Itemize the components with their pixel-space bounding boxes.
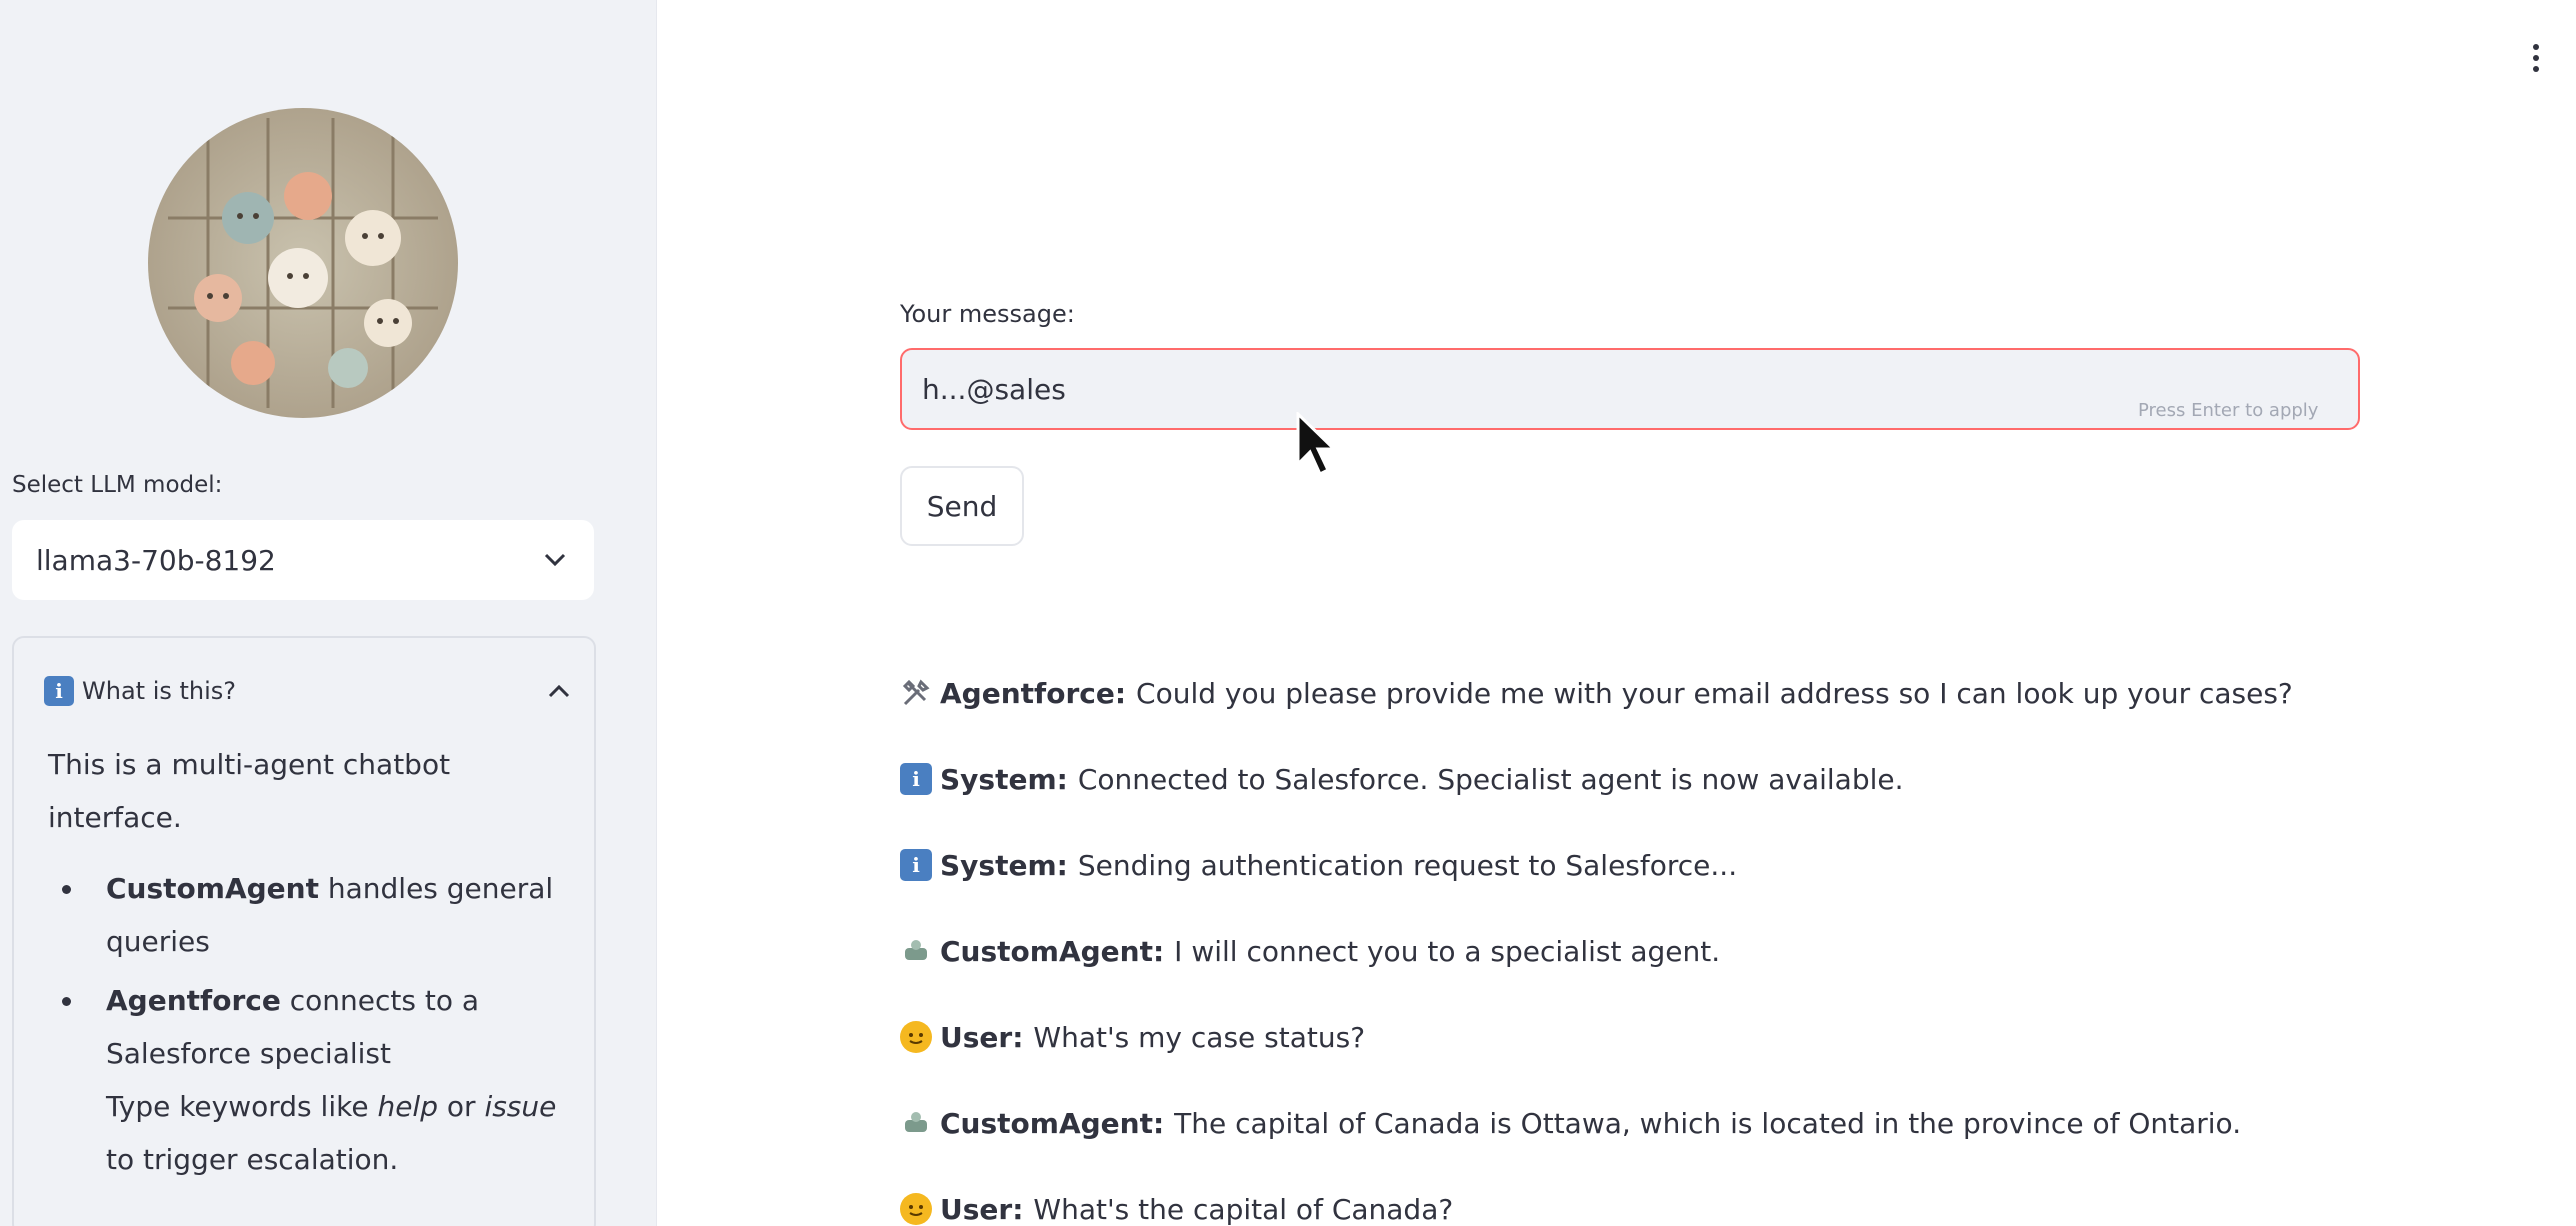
keyword-issue: issue (484, 1090, 557, 1123)
info-icon: i (900, 849, 932, 881)
list-item: Agentforce connects to a Salesforce spec… (48, 974, 578, 1186)
info-expander-header[interactable]: i What is this? (44, 668, 574, 714)
mouse-cursor-icon (1296, 412, 1338, 477)
tools-icon (900, 677, 932, 709)
main-menu-icon[interactable] (2524, 38, 2548, 78)
user-face-icon (900, 1021, 932, 1053)
chat-text: What's the capital of Canada? (1033, 1192, 1454, 1226)
robot-icon (900, 935, 932, 967)
chat-history: Agentforce: Could you please provide me … (900, 650, 2520, 1226)
chat-text: What's my case status? (1033, 1020, 1366, 1054)
send-button[interactable]: Send (900, 466, 1024, 546)
sidebar: Select LLM model: llama3-70b-8192 i What… (0, 0, 657, 1226)
chat-speaker: User: (940, 1192, 1024, 1226)
chat-message: i System: Sending authentication request… (900, 822, 2520, 908)
chat-speaker: Agentforce: (940, 676, 1127, 710)
chat-message: User: What's my case status? (900, 994, 2520, 1080)
bullet-text: or (437, 1090, 485, 1123)
info-intro: This is a multi-agent chatbot interface. (48, 748, 451, 834)
chat-message: Agentforce: Could you please provide me … (900, 650, 2520, 736)
chat-speaker: System: (940, 762, 1068, 796)
info-expander-title: What is this? (82, 677, 237, 705)
chat-speaker: System: (940, 848, 1068, 882)
keyword-help: help (377, 1090, 438, 1123)
bullet-agent-name: CustomAgent (106, 872, 319, 905)
bullet-agent-name: Agentforce (106, 984, 281, 1017)
chat-message: CustomAgent: The capital of Canada is Ot… (900, 1080, 2520, 1166)
info-expander: i What is this? This is a multi-agent ch… (12, 636, 596, 1226)
info-expander-body: This is a multi-agent chatbot interface.… (48, 738, 578, 1192)
chat-message: CustomAgent: I will connect you to a spe… (900, 908, 2520, 994)
input-hint: Press Enter to apply (2138, 400, 2319, 421)
chevron-down-icon (540, 545, 570, 575)
message-input-label: Your message: (900, 300, 1075, 328)
chat-text: Sending authentication request to Salesf… (1077, 848, 1738, 882)
app-logo-avatar (148, 108, 458, 418)
info-bullet-list: CustomAgent handles general queries Agen… (48, 862, 578, 1186)
info-icon: i (44, 676, 74, 706)
bullet-text: Type keywords like (106, 1090, 378, 1123)
chat-speaker: CustomAgent: (940, 934, 1165, 968)
model-select-value: llama3-70b-8192 (36, 543, 276, 577)
model-select-label: Select LLM model: (12, 472, 223, 498)
chat-text: Connected to Salesforce. Specialist agen… (1077, 762, 1904, 796)
list-item: CustomAgent handles general queries (48, 862, 578, 968)
chevron-up-icon (544, 676, 574, 706)
bullet-text: to trigger escalation. (106, 1143, 399, 1176)
robot-icon (900, 1107, 932, 1139)
chat-text: The capital of Canada is Ottawa, which i… (1174, 1106, 2242, 1140)
model-select[interactable]: llama3-70b-8192 (12, 520, 594, 600)
chat-text: Could you please provide me with your em… (1136, 676, 2293, 710)
info-icon: i (900, 763, 932, 795)
user-face-icon (900, 1193, 932, 1225)
chat-text: I will connect you to a specialist agent… (1174, 934, 1721, 968)
chat-speaker: CustomAgent: (940, 1106, 1165, 1140)
chat-speaker: User: (940, 1020, 1024, 1054)
chat-message: User: What's the capital of Canada? (900, 1166, 2520, 1226)
chat-message: i System: Connected to Salesforce. Speci… (900, 736, 2520, 822)
